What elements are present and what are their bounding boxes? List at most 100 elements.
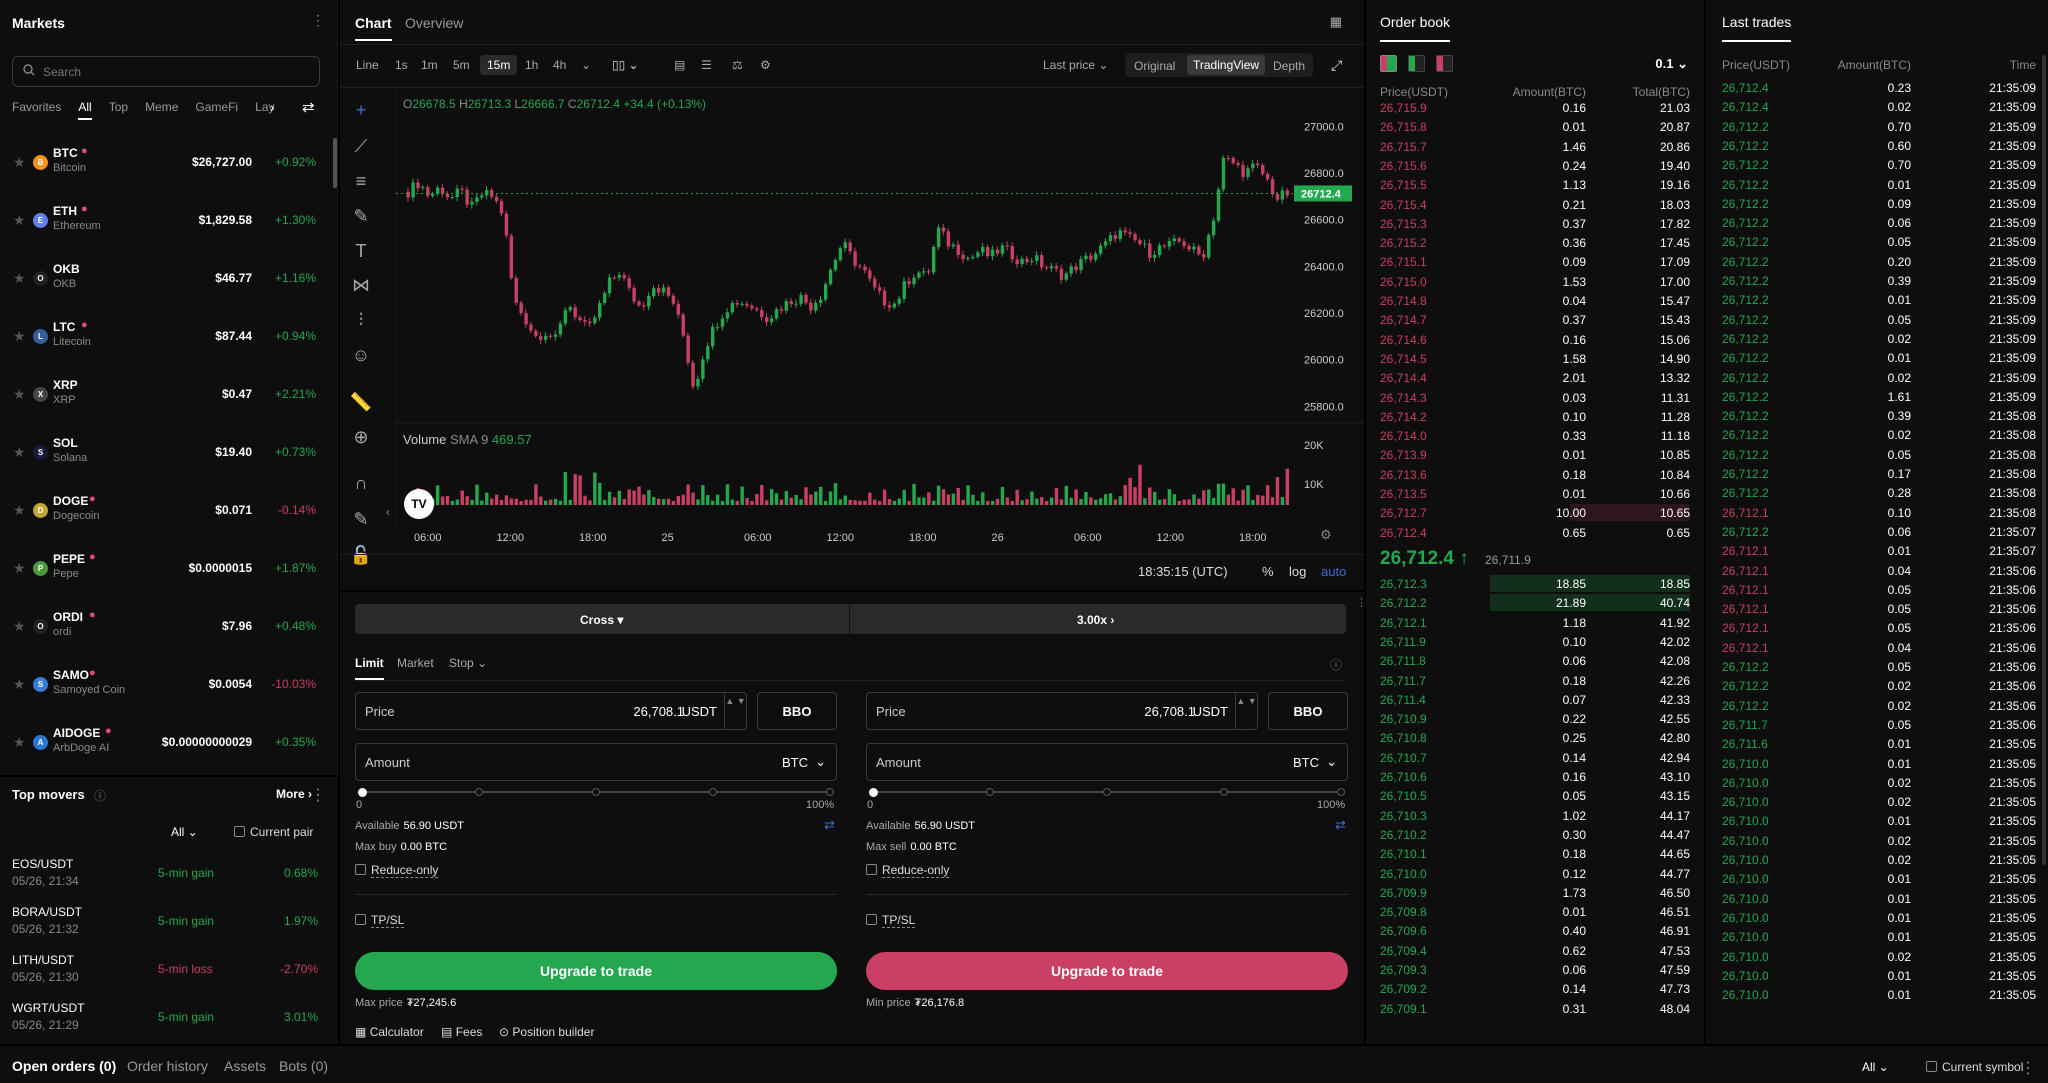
bid-row[interactable]: 26,712.3 18.85 18.85 (1380, 574, 1690, 593)
price-value[interactable]: 26,708.1 (1144, 704, 1195, 719)
bid-row[interactable]: 26,709.2 0.14 47.73 (1380, 979, 1690, 998)
ask-row[interactable]: 26,715.1 0.09 17.09 (1380, 252, 1690, 271)
slider-stop[interactable] (986, 788, 994, 796)
tab-gamefi[interactable]: GameFi (195, 100, 238, 120)
indicators-icon[interactable]: ▤ (674, 58, 685, 72)
pattern-icon[interactable]: ⋈ (348, 272, 374, 298)
star-icon[interactable]: ★ (13, 444, 26, 461)
order-type-market[interactable]: Market (397, 656, 434, 670)
tpsl-checkbox[interactable]: TP/SL (866, 913, 916, 928)
scrollbar[interactable] (2042, 55, 2046, 865)
star-icon[interactable]: ★ (13, 734, 26, 751)
amount-slider[interactable] (869, 788, 1345, 797)
interval-1s[interactable]: 1s (395, 58, 408, 72)
step-select[interactable]: 0.1 ⌄ (1655, 56, 1688, 72)
bid-row[interactable]: 26,710.3 1.02 44.17 (1380, 806, 1690, 825)
star-icon[interactable]: ★ (13, 386, 26, 403)
drag-handle-icon[interactable]: ⋮ (310, 785, 326, 805)
chevron-down-icon[interactable]: ⌄ (581, 58, 591, 72)
lock-drawing-icon[interactable]: ✎ (348, 506, 374, 532)
chevron-right-icon[interactable]: › (270, 99, 275, 115)
scale-icon[interactable]: ⚖ (732, 58, 743, 72)
bid-row[interactable]: 26,711.7 0.18 42.26 (1380, 671, 1690, 690)
magnet-icon[interactable]: ∩ (348, 470, 374, 496)
star-icon[interactable]: ★ (13, 676, 26, 693)
amount-unit-select[interactable]: BTC (782, 755, 808, 770)
fees-button[interactable]: ▤ Fees (441, 1025, 482, 1039)
search-box[interactable] (12, 56, 320, 87)
star-icon[interactable]: ★ (13, 560, 26, 577)
ask-row[interactable]: 26,715.0 1.53 17.00 (1380, 272, 1690, 291)
ask-row[interactable]: 26,714.8 0.04 15.47 (1380, 291, 1690, 310)
checkbox[interactable] (355, 914, 366, 925)
slider-stop[interactable] (475, 788, 483, 796)
list-icon[interactable]: ☰ (701, 58, 712, 72)
bid-row[interactable]: 26,710.6 0.16 43.10 (1380, 767, 1690, 786)
bid-row[interactable]: 26,712.1 1.18 41.92 (1380, 613, 1690, 632)
interval-5m[interactable]: 5m (453, 58, 470, 72)
ask-row[interactable]: 26,713.5 0.01 10.66 (1380, 484, 1690, 503)
ask-row[interactable]: 26,714.6 0.16 15.06 (1380, 330, 1690, 349)
stepper-icon[interactable]: ▲ ▼ (724, 693, 746, 729)
bid-row[interactable]: 26,710.5 0.05 43.15 (1380, 786, 1690, 805)
bbo-button[interactable]: BBO (1268, 692, 1348, 730)
drag-handle-icon[interactable]: ⋮ (2020, 1058, 2036, 1078)
market-row[interactable]: ★ O OKB OKB $46.77 +1.16% (0, 249, 336, 307)
prediction-icon[interactable]: ⫶ (348, 307, 374, 333)
reduce-only-checkbox[interactable]: Reduce-only (355, 863, 439, 878)
order-type-limit[interactable]: Limit (355, 656, 384, 680)
ask-row[interactable]: 26,712.7 10.00 10.65 (1380, 503, 1690, 522)
position-builder-button[interactable]: ⊙ Position builder (499, 1025, 594, 1039)
bbo-button[interactable]: BBO (757, 692, 837, 730)
star-icon[interactable]: ★ (13, 618, 26, 635)
chevron-down-icon[interactable]: ⌄ (1326, 754, 1337, 770)
stepper-icon[interactable]: ▲ ▼ (1235, 693, 1257, 729)
bid-row[interactable]: 26,709.4 0.62 47.53 (1380, 941, 1690, 960)
price-value[interactable]: 26,708.1 (633, 704, 684, 719)
slider-stop[interactable] (1337, 788, 1345, 796)
bid-row[interactable]: 26,709.6 0.40 46.91 (1380, 921, 1690, 940)
drag-handle-icon[interactable]: ⋮ (311, 12, 325, 29)
ask-row[interactable]: 26,715.5 1.13 19.16 (1380, 175, 1690, 194)
reduce-only-checkbox[interactable]: Reduce-only (866, 863, 950, 878)
movers-filter[interactable]: All ⌄ (171, 825, 198, 839)
ask-row[interactable]: 26,715.9 0.16 21.03 (1380, 98, 1690, 117)
calculator-button[interactable]: ▦ Calculator (355, 1025, 424, 1039)
brush-icon[interactable]: ✎ (348, 203, 374, 229)
checkbox[interactable] (355, 864, 366, 875)
slider-stop[interactable] (869, 788, 878, 797)
candle-type-icon[interactable]: ▯▯ ⌄ (612, 58, 639, 72)
filter-select[interactable]: All ⌄ (1862, 1060, 1889, 1074)
tab-favorites[interactable]: Favorites (12, 100, 61, 120)
amount-field[interactable]: Amount BTC ⌄ (355, 743, 837, 781)
star-icon[interactable]: ★ (13, 154, 26, 171)
text-icon[interactable]: T (348, 238, 374, 264)
bid-row[interactable]: 26,711.8 0.06 42.08 (1380, 651, 1690, 670)
slider-stop[interactable] (709, 788, 717, 796)
checkbox[interactable] (866, 914, 877, 925)
scale-log[interactable]: log (1289, 564, 1306, 579)
bid-row[interactable]: 26,711.9 0.10 42.02 (1380, 632, 1690, 651)
fib-icon[interactable]: ≡ (348, 168, 374, 194)
market-row[interactable]: ★ D DOGE ● Dogecoin $0.071 -0.14% (0, 481, 336, 539)
star-icon[interactable]: ★ (13, 212, 26, 229)
more-link[interactable]: More › (276, 787, 312, 801)
price-field[interactable]: Price 26,708.1 USDT ▲ ▼ (866, 692, 1258, 730)
ask-row[interactable]: 26,714.7 0.37 15.43 (1380, 310, 1690, 329)
scrollbar[interactable] (333, 138, 337, 188)
search-input[interactable] (43, 64, 303, 79)
bid-row[interactable]: 26,710.7 0.14 42.94 (1380, 748, 1690, 767)
slider-stop[interactable] (826, 788, 834, 796)
ask-row[interactable]: 26,714.2 0.10 11.28 (1380, 407, 1690, 426)
view-tradingview[interactable]: TradingView (1187, 55, 1266, 75)
mover-row[interactable]: EOS/USDT 05/26, 21:34 5-min gain 0.68% (12, 857, 318, 905)
tpsl-checkbox[interactable]: TP/SL (355, 913, 405, 928)
tab-assets[interactable]: Assets (224, 1058, 266, 1074)
sell-upgrade-button[interactable]: Upgrade to trade (866, 952, 1348, 990)
mover-row[interactable]: BORA/USDT 05/26, 21:32 5-min gain 1.97% (12, 905, 318, 953)
scale-auto[interactable]: auto (1321, 564, 1346, 579)
chevron-down-icon[interactable]: ⌄ (815, 754, 826, 770)
bid-row[interactable]: 26,710.0 0.12 44.77 (1380, 864, 1690, 883)
bids-only-icon[interactable] (1408, 55, 1425, 72)
slider-stop[interactable] (592, 788, 600, 796)
